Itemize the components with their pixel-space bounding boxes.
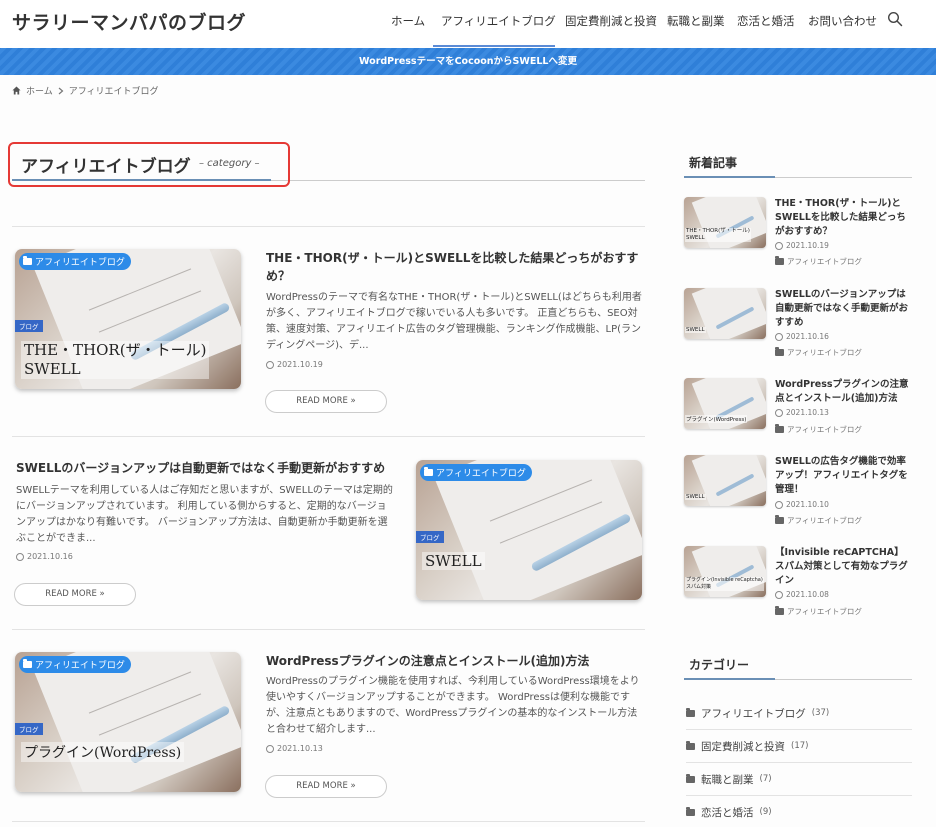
thumbnail-text: SWELL — [422, 552, 485, 570]
folder-icon — [775, 256, 784, 265]
clock-icon — [266, 744, 274, 753]
post-thumbnail[interactable]: ブログ THE・THOR(ザ・トール) SWELL アフィリエイトブログ — [15, 249, 241, 389]
recent-post-category[interactable]: アフィリエイトブログ — [775, 256, 862, 267]
thumbnail-text: THE・THOR(ザ・トール) SWELL — [21, 341, 210, 379]
recent-post-title[interactable]: THE・THOR(ザ・トール)とSWELLを比較した結果どっちがおすすめ？ — [775, 197, 913, 239]
thumbnail-tag: ブログ — [15, 723, 43, 735]
recent-post-category[interactable]: アフィリエイトブログ — [775, 424, 862, 435]
divider — [12, 629, 645, 630]
folder-icon — [775, 606, 784, 615]
nav-item-love[interactable]: 恋活と婚活 — [737, 13, 795, 29]
recent-post-date: 2021.10.10 — [775, 500, 829, 509]
category-item[interactable]: 固定費削減と投資 (17) — [686, 730, 912, 763]
site-title[interactable]: サラリーマンパパのブログ — [12, 8, 246, 35]
clock-icon — [775, 332, 783, 341]
nav-active-indicator — [433, 45, 555, 47]
category-item[interactable]: アフィリエイトブログ (37) — [686, 697, 912, 730]
post-excerpt: WordPressのテーマで有名なTHE・THOR(ザ・トール)とSWELL(は… — [266, 292, 642, 351]
heading-divider-accent — [684, 176, 775, 178]
chevron-right-icon — [58, 87, 64, 94]
category-item[interactable]: 転職と副業 (7) — [686, 763, 912, 796]
folder-icon — [775, 347, 784, 356]
recent-post-title[interactable]: SWELLの広告タグ機能で効率アップ！アフィリエイトタグを管理！ — [775, 455, 913, 497]
read-more-button[interactable]: READ MORE » — [265, 775, 387, 798]
divider — [12, 821, 645, 822]
divider — [12, 226, 645, 227]
post-date: 2021.10.13 — [266, 744, 323, 753]
post-date: 2021.10.16 — [16, 552, 73, 561]
recent-post-thumbnail[interactable]: SWELL — [684, 288, 766, 339]
category-badge[interactable]: アフィリエイトブログ — [420, 464, 532, 481]
recent-post-date: 2021.10.16 — [775, 332, 829, 341]
breadcrumb: ホーム アフィリエイトブログ — [12, 84, 159, 97]
highlight-box — [8, 142, 290, 187]
folder-icon — [686, 806, 695, 816]
clock-icon — [775, 241, 783, 250]
recent-post-date: 2021.10.08 — [775, 590, 829, 599]
thumbnail-tag: ブログ — [15, 320, 43, 332]
recent-post-category[interactable]: アフィリエイトブログ — [775, 347, 862, 358]
heading-divider-accent — [684, 678, 775, 680]
post-title[interactable]: THE・THOR(ザ・トール)とSWELLを比較した結果どっちがおすすめ？ — [266, 249, 646, 285]
folder-icon — [23, 659, 32, 668]
recent-post-category[interactable]: アフィリエイトブログ — [775, 515, 862, 526]
folder-icon — [686, 773, 695, 783]
recent-post-title[interactable]: SWELLのバージョンアップは自動更新ではなく手動更新がおすすめ — [775, 288, 913, 330]
post-title[interactable]: SWELLのバージョンアップは自動更新ではなく手動更新がおすすめ — [16, 459, 396, 477]
recent-post-thumbnail[interactable]: SWELL — [684, 455, 766, 506]
read-more-button[interactable]: READ MORE » — [265, 390, 387, 413]
recent-post-category[interactable]: アフィリエイトブログ — [775, 606, 862, 617]
recent-post-date: 2021.10.19 — [775, 241, 829, 250]
notice-bar[interactable]: WordPressテーマをCocoonからSWELLへ変更 — [0, 48, 936, 75]
post-thumbnail[interactable]: ブログ プラグイン(WordPress) アフィリエイトブログ — [15, 652, 241, 792]
search-icon[interactable] — [887, 11, 903, 27]
post-excerpt: SWELLテーマを利用している人はご存知だと思いますが、SWELLのテーマは定期… — [16, 485, 393, 544]
recent-post-title[interactable]: 【Invisible reCAPTCHA】スパム対策として有効なプラグイン — [775, 546, 913, 588]
folder-icon — [23, 256, 32, 265]
post-excerpt: WordPressのプラグイン機能を使用すれば、今利用しているWordPress… — [266, 676, 640, 735]
home-icon — [12, 86, 21, 95]
recent-posts-heading: 新着記事 — [689, 156, 738, 170]
nav-item-home[interactable]: ホーム — [391, 13, 425, 29]
folder-icon — [686, 740, 695, 750]
recent-post-thumbnail[interactable]: THE・THOR(ザ・トール) SWELL — [684, 197, 766, 248]
clock-icon — [775, 500, 783, 509]
clock-icon — [16, 552, 24, 561]
thumbnail-text: プラグイン(WordPress) — [21, 742, 185, 762]
category-item[interactable]: 恋活と婚活 (9) — [686, 796, 912, 827]
folder-icon — [775, 515, 784, 524]
breadcrumb-current: アフィリエイトブログ — [68, 87, 159, 97]
recent-post-thumbnail[interactable]: プラグイン(Invisible reCaptcha) スパム対策 — [684, 546, 766, 597]
nav-item-affiliate-blog[interactable]: アフィリエイトブログ — [441, 13, 556, 29]
site-header: サラリーマンパパのブログ ホーム アフィリエイトブログ 固定費削減と投資 転職と… — [0, 0, 936, 48]
categories-heading: カテゴリー — [689, 658, 750, 672]
nav-item-fixed-cost[interactable]: 固定費削減と投資 — [565, 13, 657, 29]
recent-post-thumbnail[interactable]: プラグイン(WordPress) — [684, 378, 766, 429]
clock-icon — [266, 360, 274, 369]
recent-post-title[interactable]: WordPressプラグインの注意点とインストール(追加)方法 — [775, 378, 913, 406]
post-thumbnail[interactable]: ブログ SWELL アフィリエイトブログ — [416, 460, 642, 600]
nav-item-contact[interactable]: お問い合わせ — [808, 13, 877, 29]
thumbnail-tag: ブログ — [416, 531, 444, 543]
folder-icon — [424, 467, 433, 476]
divider — [12, 436, 645, 437]
clock-icon — [775, 590, 783, 599]
category-badge[interactable]: アフィリエイトブログ — [19, 656, 131, 673]
recent-post-date: 2021.10.13 — [775, 408, 829, 417]
folder-icon — [775, 424, 784, 433]
breadcrumb-home[interactable]: ホーム — [26, 84, 53, 97]
read-more-button[interactable]: READ MORE » — [14, 583, 136, 606]
category-badge[interactable]: アフィリエイトブログ — [19, 253, 131, 270]
clock-icon — [775, 408, 783, 417]
post-title[interactable]: WordPressプラグインの注意点とインストール(追加)方法 — [266, 652, 646, 670]
nav-item-career[interactable]: 転職と副業 — [667, 13, 725, 29]
folder-icon — [686, 707, 695, 717]
post-date: 2021.10.19 — [266, 360, 323, 369]
